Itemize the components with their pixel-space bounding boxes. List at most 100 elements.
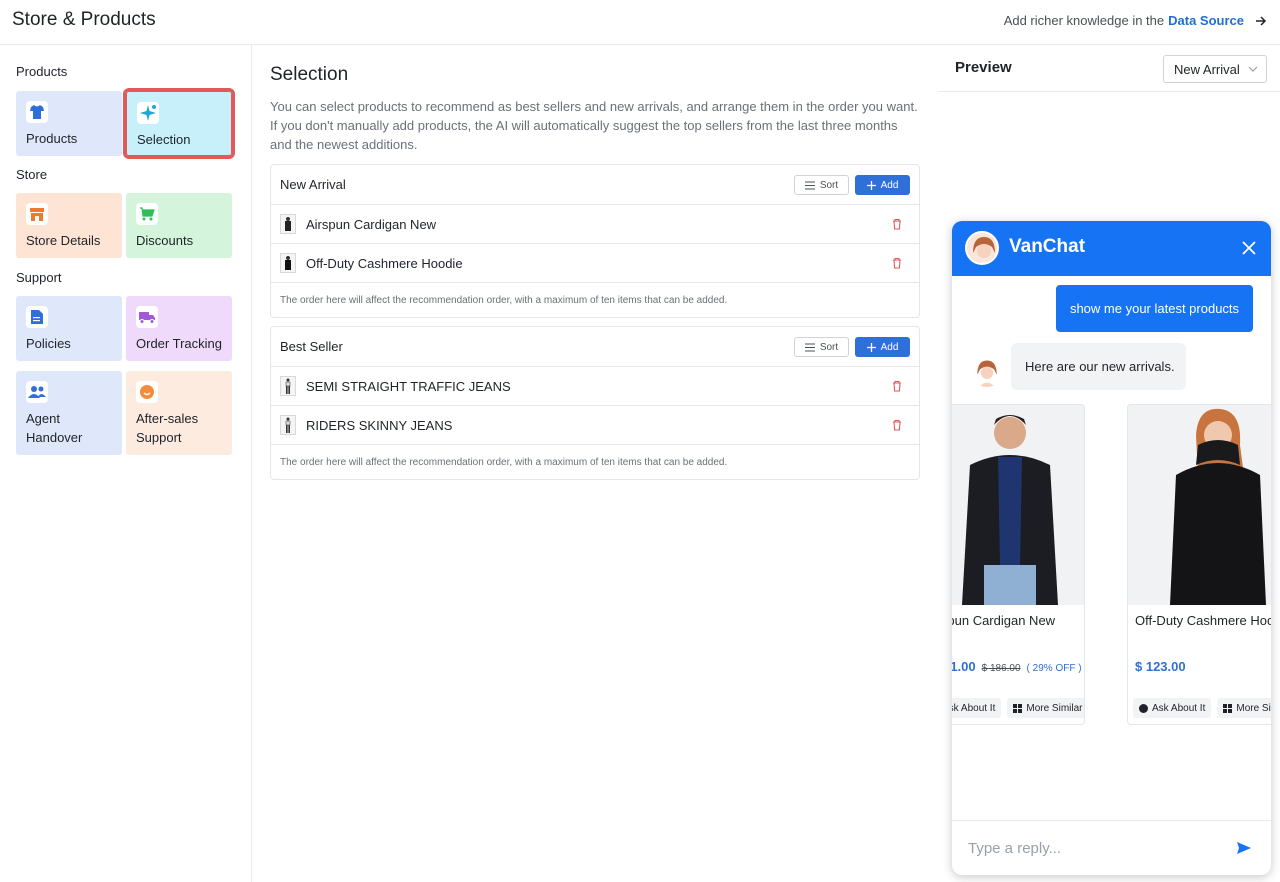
list-title: New Arrival <box>280 177 346 192</box>
product-thumbnail <box>280 415 296 435</box>
price-current: $ 123.00 <box>1135 659 1186 674</box>
select-value: New Arrival <box>1174 61 1240 77</box>
tile-label: After-sales Support <box>136 411 199 445</box>
ask-about-button[interactable]: Ask About It <box>952 698 1002 718</box>
list-item[interactable]: SEMI STRAIGHT TRAFFIC JEANS <box>271 367 919 406</box>
product-image <box>1128 405 1271 605</box>
product-name: Airspun Cardigan New <box>952 613 1056 628</box>
arrow-right-icon[interactable] <box>1254 14 1268 28</box>
bot-avatar-small <box>972 357 1002 387</box>
product-price: $ 131.00 $ 186.00 ( 29% OFF ) <box>952 659 1082 674</box>
product-card[interactable]: Off-Duty Cashmere Hoodie $ 123.00 Ask Ab… <box>1127 404 1271 725</box>
document-icon <box>26 306 48 328</box>
bot-name: VanChat <box>1009 236 1086 257</box>
tile-label: Store Details <box>26 233 101 248</box>
product-name: Off-Duty Cashmere Hoodie <box>306 255 463 271</box>
preview-title: Preview <box>955 59 1012 76</box>
product-actions: Ask About It More Similar <box>1133 698 1271 718</box>
ask-about-button[interactable]: Ask About It <box>1133 698 1212 718</box>
list-header: Best Seller Sort Add <box>271 327 919 367</box>
tile-discounts[interactable]: Discounts <box>126 193 232 258</box>
product-name: Airspun Cardigan New <box>306 216 437 232</box>
smile-icon <box>136 381 158 403</box>
product-thumbnail <box>280 376 296 396</box>
add-button[interactable]: Add <box>855 175 910 195</box>
preview-header: Preview New Arrival <box>938 45 1280 92</box>
add-button[interactable]: Add <box>855 337 910 357</box>
product-image <box>952 405 1084 605</box>
bot-avatar <box>965 231 999 265</box>
list-item[interactable]: Off-Duty Cashmere Hoodie <box>271 244 919 283</box>
sort-button[interactable]: Sort <box>794 337 849 357</box>
section-label-support: Support <box>16 270 62 285</box>
hint-text: Add richer knowledge in the <box>1003 13 1165 28</box>
trash-icon[interactable] <box>891 380 903 392</box>
sparkle-icon <box>137 102 159 124</box>
section-description: You can select products to recommend as … <box>270 99 918 152</box>
trash-icon[interactable] <box>891 218 903 230</box>
section-label-store: Store <box>16 167 48 182</box>
price-current: $ 131.00 <box>952 659 976 674</box>
list-item[interactable]: Airspun Cardigan New <box>271 205 919 244</box>
tile-label: Agent Handover <box>26 411 83 445</box>
storefront-icon <box>26 203 48 225</box>
chevron-down-icon <box>1248 66 1258 72</box>
chat-widget: VanChat show me your latest products Her… <box>952 221 1271 875</box>
close-icon[interactable] <box>1241 240 1257 256</box>
list-item[interactable]: RIDERS SKINNY JEANS <box>271 406 919 445</box>
more-similar-button[interactable]: More Similar <box>1007 698 1084 718</box>
list-card-best-seller: Best Seller Sort Add SEMI STRAIGHT TRAFF… <box>270 326 920 480</box>
product-name: SEMI STRAIGHT TRAFFIC JEANS <box>306 378 511 394</box>
send-icon[interactable] <box>1236 840 1252 856</box>
list-card-new-arrival: New Arrival Sort Add Airspun Cardigan Ne… <box>270 164 920 318</box>
sort-button[interactable]: Sort <box>794 175 849 195</box>
list-header: New Arrival Sort Add <box>271 165 919 205</box>
data-source-link[interactable]: Data Source <box>1168 13 1244 28</box>
tile-store-details[interactable]: Store Details <box>16 193 122 258</box>
tile-order-tracking[interactable]: Order Tracking <box>126 296 232 361</box>
plus-icon <box>866 180 876 190</box>
grid-icon <box>1223 703 1233 713</box>
user-message: show me your latest products <box>1056 285 1253 332</box>
tile-policies[interactable]: Policies <box>16 296 122 361</box>
tile-label: Order Tracking <box>136 336 222 351</box>
product-thumbnail <box>280 214 296 234</box>
product-thumbnail <box>280 253 296 273</box>
cart-icon <box>136 203 158 225</box>
tile-label: Products <box>26 131 78 146</box>
list-select[interactable]: New Arrival <box>1163 55 1267 83</box>
discount-badge: ( 29% OFF ) <box>1026 663 1082 674</box>
product-name: RIDERS SKINNY JEANS <box>306 417 453 433</box>
top-bar: Store & Products Add richer knowledge in… <box>0 0 1280 45</box>
tile-label: Policies <box>26 336 71 351</box>
list-note: The order here will affect the recommend… <box>280 456 728 468</box>
tile-label: Discounts <box>136 233 194 248</box>
users-icon <box>26 381 48 403</box>
product-name: Off-Duty Cashmere Hoodie <box>1135 613 1271 628</box>
sidebar: Products Products Selection Store Store … <box>0 45 252 882</box>
list-title: Best Seller <box>280 339 343 354</box>
list-note: The order here will affect the recommend… <box>280 294 728 306</box>
grid-icon <box>1013 703 1023 713</box>
more-similar-button[interactable]: More Similar <box>1217 698 1271 718</box>
reply-input[interactable] <box>968 835 1218 861</box>
tile-products[interactable]: Products <box>16 91 122 156</box>
section-title: Selection <box>270 64 349 85</box>
product-price: $ 123.00 <box>1135 659 1186 674</box>
section-label-products: Products <box>16 64 68 79</box>
page-title: Store & Products <box>12 9 156 30</box>
main-panel: Selection You can select products to rec… <box>252 45 938 882</box>
bot-message: Here are our new arrivals. <box>1011 343 1186 390</box>
product-actions: Ask About It More Similar <box>952 698 1084 718</box>
tile-after-sales-support[interactable]: After-sales Support <box>126 371 232 455</box>
shirt-icon <box>26 101 48 123</box>
trash-icon[interactable] <box>891 419 903 431</box>
plus-icon <box>866 342 876 352</box>
tile-selection[interactable]: Selection <box>123 88 235 159</box>
price-original: $ 186.00 <box>981 663 1021 674</box>
tile-agent-handover[interactable]: Agent Handover <box>16 371 122 455</box>
trash-icon[interactable] <box>891 257 903 269</box>
product-card[interactable]: Airspun Cardigan New $ 131.00 $ 186.00 (… <box>952 404 1085 725</box>
chat-header: VanChat <box>952 221 1271 276</box>
list-icon <box>804 343 815 351</box>
